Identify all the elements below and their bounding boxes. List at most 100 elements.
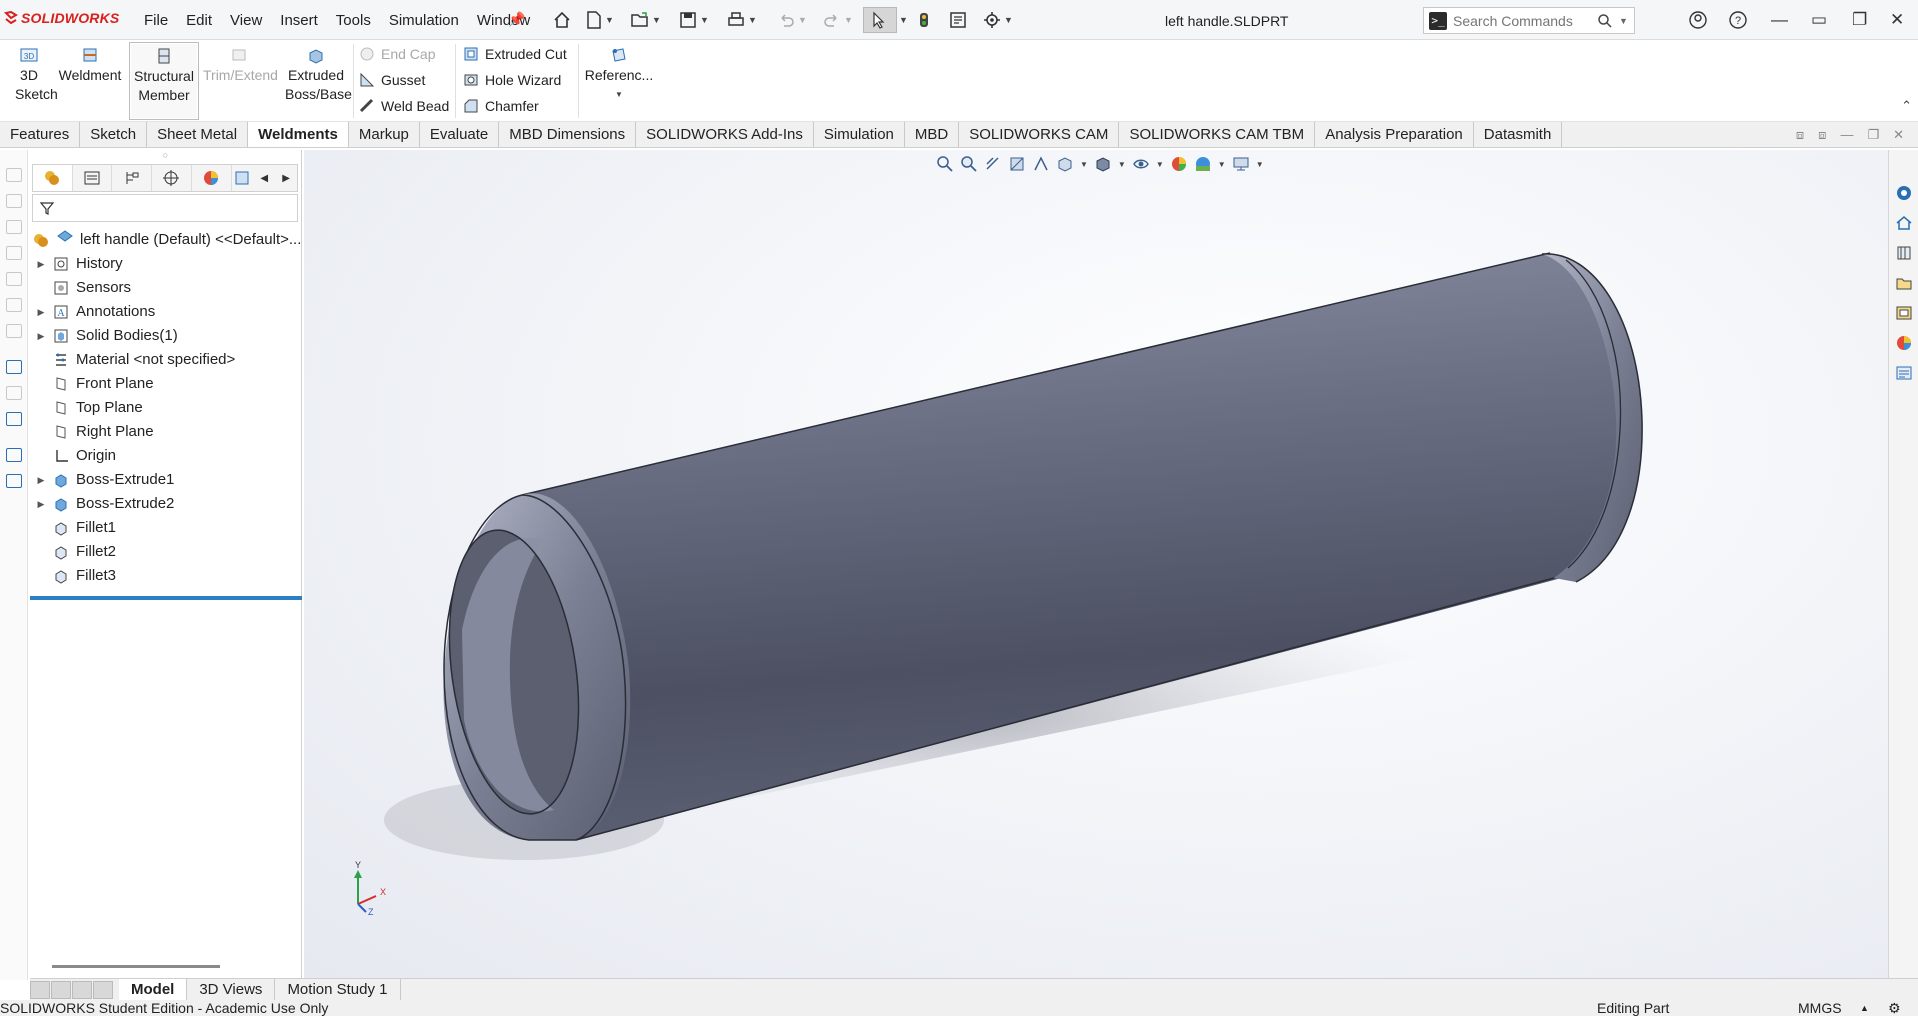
strip-icon[interactable]	[6, 168, 22, 182]
minimize-icon[interactable]: —	[1771, 10, 1788, 30]
strip-icon[interactable]	[6, 220, 22, 234]
zoom-to-area-icon[interactable]	[960, 155, 978, 173]
hide-show-dropdown[interactable]: ▼	[1156, 160, 1164, 169]
tab-solidworks-cam-tbm[interactable]: SOLIDWORKS CAM TBM	[1119, 122, 1316, 147]
save-icon[interactable]: ▼	[678, 7, 709, 33]
select-dropdown[interactable]: ▼	[897, 7, 908, 33]
previous-view-icon[interactable]	[984, 155, 1002, 173]
expand-arrow-icon[interactable]: ▶	[34, 324, 48, 348]
cylinder-handle-model[interactable]	[304, 150, 1888, 980]
tab-weldments[interactable]: Weldments	[248, 122, 349, 147]
tab-datasmith[interactable]: Datasmith	[1474, 122, 1563, 147]
tree-item-history[interactable]: ▶ History	[30, 252, 301, 276]
doc-restore-icon[interactable]: ❐	[1867, 127, 1879, 143]
tile-icon[interactable]: ▭	[1811, 10, 1827, 30]
units-selector[interactable]: MMGS	[1798, 1000, 1842, 1016]
tree-root-part[interactable]: left handle (Default) <<Default>...	[30, 228, 301, 252]
doc-close-icon[interactable]: ✕	[1893, 127, 1904, 143]
weldment-button[interactable]: Weldment	[58, 45, 122, 85]
menu-edit[interactable]: Edit	[177, 12, 221, 29]
configurationmanager-tab-icon[interactable]	[112, 165, 153, 191]
panel-grip[interactable]: ○	[30, 150, 301, 162]
solidworks-resources-icon[interactable]	[1895, 184, 1913, 202]
strip-icon[interactable]	[6, 474, 22, 488]
tree-item-annotations[interactable]: ▶ A Annotations	[30, 300, 301, 324]
extruded-boss-base-button[interactable]: Extruded Boss/Base	[283, 45, 352, 104]
view-orientation-dropdown[interactable]: ▼	[1080, 160, 1088, 169]
view-settings-icon[interactable]	[1232, 155, 1250, 173]
tree-item-front-plane[interactable]: Front Plane	[30, 372, 301, 396]
display-style-dropdown[interactable]: ▼	[1118, 160, 1126, 169]
expand-arrow-icon[interactable]: ▶	[34, 468, 48, 492]
next-tab-icon[interactable]	[72, 980, 92, 999]
hide-show-items-icon[interactable]	[1132, 155, 1150, 173]
tree-item-boss-extrude2[interactable]: ▶ Boss-Extrude2	[30, 492, 301, 516]
open-folder-icon[interactable]: ▼	[630, 7, 661, 33]
zoom-to-fit-icon[interactable]	[936, 155, 954, 173]
apply-scene-dropdown[interactable]: ▼	[1218, 160, 1226, 169]
tab-evaluate[interactable]: Evaluate	[420, 122, 500, 147]
reference-geometry-button[interactable]: Referenc... ▼	[584, 45, 654, 104]
menu-tools[interactable]: Tools	[327, 12, 380, 29]
tab-scroll-left-icon[interactable]: ◀	[253, 173, 275, 184]
strip-icon[interactable]	[6, 194, 22, 208]
search-input[interactable]	[1453, 12, 1593, 29]
menu-window[interactable]: Window	[468, 12, 539, 29]
select-cursor-icon[interactable]	[863, 7, 897, 33]
graphics-area[interactable]: ▼ ▼ ▼ ▼ ▼ Y X Z	[304, 150, 1888, 980]
tree-item-fillet2[interactable]: Fillet2	[30, 540, 301, 564]
reference-dropdown-icon[interactable]: ▼	[584, 85, 654, 104]
pin-icon[interactable]: 📌	[508, 11, 525, 28]
tab-sketch[interactable]: Sketch	[80, 122, 148, 147]
3d-sketch-button[interactable]: 3D 3D Sketch	[8, 45, 58, 104]
tab-mbd-dimensions[interactable]: MBD Dimensions	[499, 122, 637, 147]
search-dropdown-icon[interactable]: ▼	[1619, 16, 1628, 26]
search-icon[interactable]	[1597, 13, 1613, 29]
expand-arrow-icon[interactable]: ▶	[34, 492, 48, 516]
tab-scroll-right-icon[interactable]: ▶	[275, 173, 297, 184]
expand-arrow-icon[interactable]: ▶	[34, 252, 48, 276]
display-style-icon[interactable]	[1094, 155, 1112, 173]
gusset-button[interactable]: Gusset	[359, 72, 425, 88]
rebuild-icon[interactable]	[916, 7, 932, 33]
chamfer-button[interactable]: Chamfer	[463, 98, 539, 114]
horizontal-scrollbar[interactable]	[52, 965, 220, 968]
doc-minimize-icon[interactable]: —	[1840, 127, 1853, 143]
last-tab-icon[interactable]	[93, 980, 113, 999]
options-gear-icon[interactable]: ▼	[982, 7, 1013, 33]
tree-item-boss-extrude1[interactable]: ▶ Boss-Extrude1	[30, 468, 301, 492]
tab-solidworks-cam[interactable]: SOLIDWORKS CAM	[959, 122, 1120, 147]
menu-insert[interactable]: Insert	[271, 12, 327, 29]
tree-item-fillet3[interactable]: Fillet3	[30, 564, 301, 588]
file-explorer-icon[interactable]	[1895, 274, 1913, 292]
tab-3d-views[interactable]: 3D Views	[187, 979, 276, 1000]
file-properties-icon[interactable]	[948, 7, 968, 33]
propertymanager-tab-icon[interactable]	[73, 165, 113, 191]
view-settings-dropdown[interactable]: ▼	[1256, 160, 1264, 169]
displaymanager-tab-icon[interactable]	[192, 165, 232, 191]
structural-member-button[interactable]: Structural Member	[129, 42, 199, 120]
help-icon[interactable]: ?	[1728, 10, 1748, 35]
first-tab-icon[interactable]	[30, 980, 50, 999]
strip-icon[interactable]	[6, 246, 22, 260]
filter-icon[interactable]	[39, 200, 55, 216]
redo-icon[interactable]: ▼	[822, 7, 853, 33]
rollback-bar[interactable]	[30, 596, 302, 600]
tab-mbd[interactable]: MBD	[905, 122, 960, 147]
undo-icon[interactable]: ▼	[776, 7, 807, 33]
view-orientation-icon[interactable]	[1056, 155, 1074, 173]
tab-motion-study-1[interactable]: Motion Study 1	[275, 979, 401, 1000]
tree-item-material[interactable]: Material <not specified>	[30, 348, 301, 372]
view-palette-icon[interactable]	[1895, 304, 1913, 322]
tree-item-sensors[interactable]: Sensors	[30, 276, 301, 300]
tab-markup[interactable]: Markup	[349, 122, 420, 147]
strip-icon[interactable]	[6, 298, 22, 312]
design-library-icon[interactable]	[1895, 244, 1913, 262]
featuremanager-tab-icon[interactable]	[33, 165, 73, 191]
extruded-cut-button[interactable]: Extruded Cut	[463, 46, 567, 62]
tab-model[interactable]: Model	[119, 979, 188, 1000]
custom-properties-icon[interactable]	[1895, 364, 1913, 382]
menu-simulation[interactable]: Simulation	[380, 12, 468, 29]
units-dropdown-icon[interactable]: ▲	[1860, 1000, 1869, 1016]
trim-extend-button[interactable]: Trim/Extend	[203, 45, 278, 85]
